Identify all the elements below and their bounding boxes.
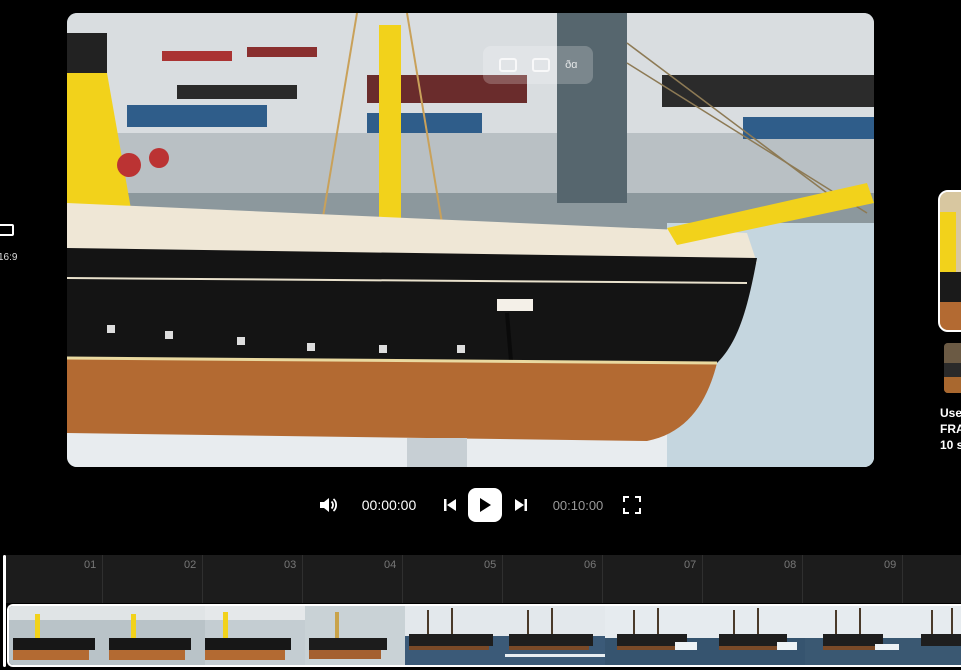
ruler-label: 05 — [484, 559, 497, 571]
current-time: 00:00:00 — [361, 497, 417, 513]
video-track-clip[interactable] — [7, 604, 961, 667]
ruler-tick — [902, 555, 903, 603]
volume-button[interactable] — [318, 495, 338, 515]
playback-controls: 00:00:00 00:10:00 — [0, 488, 961, 522]
caption-text: ðɑ — [565, 59, 578, 71]
ruler-label: 09 — [884, 559, 897, 571]
ruler-label: 03 — [284, 559, 297, 571]
skip-back-icon — [444, 499, 456, 511]
description-line: 10 s — [940, 438, 961, 452]
fullscreen-icon — [623, 496, 641, 514]
clip-frame — [805, 606, 905, 665]
description-line: Use — [940, 406, 961, 420]
ruler-label: 04 — [384, 559, 397, 571]
clip-frame — [205, 606, 305, 665]
description-line: FRA — [940, 422, 961, 436]
clip-frame — [705, 606, 805, 665]
ruler-tick — [702, 555, 703, 603]
ruler-label: 06 — [584, 559, 597, 571]
clip-frame — [405, 606, 505, 665]
ruler-tick — [802, 555, 803, 603]
clip-frame — [305, 606, 405, 665]
ship-model-image — [67, 13, 874, 467]
clip-frame — [9, 606, 105, 665]
clip-frame — [905, 606, 961, 665]
timeline-ruler[interactable]: 01 02 03 04 05 06 07 08 09 — [4, 555, 961, 603]
ruler-tick — [302, 555, 303, 603]
ruler-tick — [202, 555, 203, 603]
template-side-panel: Use FRA 10 s — [938, 190, 961, 460]
fullscreen-button[interactable] — [622, 495, 642, 515]
template-thumbnail[interactable] — [944, 343, 961, 393]
clip-frame — [605, 606, 705, 665]
template-thumbnail-selected[interactable] — [938, 190, 961, 332]
layout-icon[interactable] — [498, 58, 517, 72]
aspect-ratio-label: 16:9 — [0, 252, 18, 263]
ruler-tick — [502, 555, 503, 603]
thumbnail-image — [944, 343, 961, 393]
total-duration: 00:10:00 — [552, 497, 604, 513]
playhead[interactable] — [3, 555, 6, 667]
clip-frame — [105, 606, 205, 665]
ruler-tick — [102, 555, 103, 603]
volume-icon — [320, 498, 338, 512]
ruler-label: 08 — [784, 559, 797, 571]
play-button[interactable] — [468, 488, 502, 522]
aspect-ratio-icon — [0, 224, 14, 236]
play-preview-icon[interactable] — [531, 58, 550, 72]
play-icon — [480, 498, 491, 512]
template-description: Use FRA 10 s — [940, 405, 961, 453]
thumbnail-image — [940, 192, 961, 330]
ruler-tick — [402, 555, 403, 603]
next-button[interactable] — [512, 495, 530, 515]
skip-forward-icon — [515, 499, 527, 511]
previous-button[interactable] — [441, 495, 459, 515]
video-preview[interactable]: ðɑ — [67, 13, 874, 467]
ruler-label: 02 — [184, 559, 197, 571]
ruler-label: 01 — [84, 559, 97, 571]
ruler-label: 07 — [684, 559, 697, 571]
timeline[interactable]: 01 02 03 04 05 06 07 08 09 — [0, 555, 961, 670]
preview-overlay-toolbar[interactable]: ðɑ — [483, 46, 593, 84]
ruler-tick — [602, 555, 603, 603]
clip-frame — [505, 606, 605, 665]
